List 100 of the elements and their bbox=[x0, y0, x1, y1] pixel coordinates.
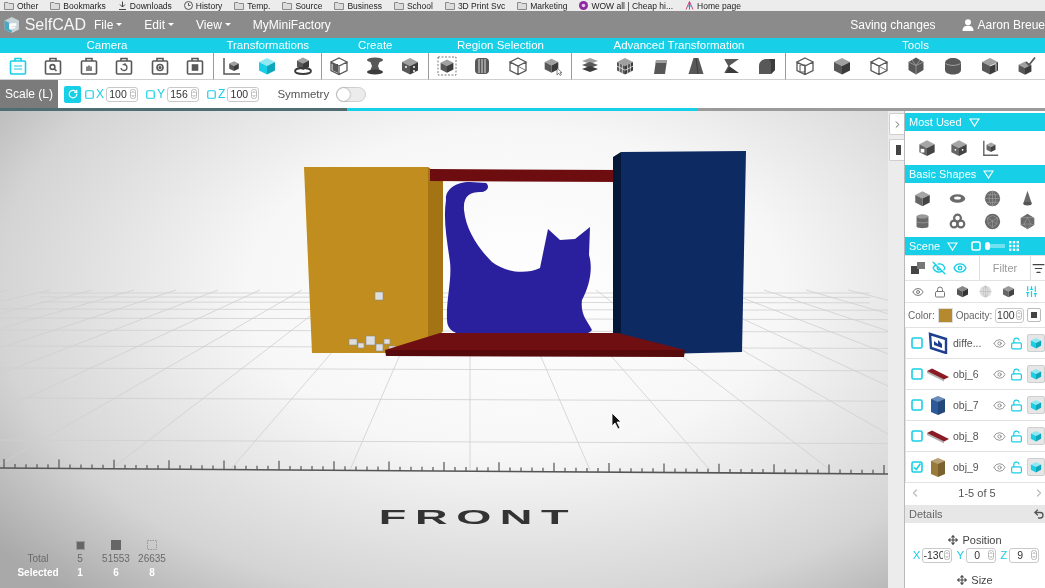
polyhedron-icon bbox=[905, 56, 926, 76]
axes-cube-icon bbox=[982, 139, 1000, 157]
opacity-label: Opacity: bbox=[955, 309, 993, 321]
checkbox[interactable] bbox=[911, 337, 923, 349]
axis-label: X bbox=[96, 87, 104, 101]
dotted-cube-icon bbox=[950, 139, 968, 157]
number-field[interactable]: 100 bbox=[227, 86, 260, 102]
bookmark-link[interactable]: 3D Print Svc bbox=[444, 0, 506, 11]
filled-square-icon bbox=[111, 540, 121, 550]
object-row[interactable]: diffe... bbox=[905, 327, 1045, 358]
cube-icon bbox=[831, 56, 852, 76]
checkbox[interactable] bbox=[911, 399, 923, 411]
spinner-icon bbox=[1016, 309, 1023, 320]
checkbox[interactable] bbox=[911, 368, 923, 380]
color-label: Color: bbox=[908, 309, 935, 321]
cube-icon bbox=[1030, 430, 1042, 442]
spinner-icon bbox=[130, 88, 136, 99]
color-swatch[interactable] bbox=[937, 307, 953, 323]
bookmark-link[interactable]: School bbox=[393, 0, 433, 11]
section-title: Most Used bbox=[909, 116, 962, 128]
overlapping-squares-icon bbox=[911, 262, 925, 274]
bars-frame-icon bbox=[78, 56, 99, 76]
opacity-field[interactable]: 100 bbox=[995, 307, 1025, 323]
number-field[interactable]: 156 bbox=[167, 86, 200, 102]
filter-field[interactable]: Filter bbox=[979, 256, 1031, 280]
bookmark-link[interactable]: Marketing bbox=[517, 0, 568, 11]
padlock-icon bbox=[934, 285, 946, 298]
knot-icon bbox=[949, 213, 966, 230]
cylinder-icon bbox=[914, 213, 931, 230]
bookmark-link[interactable]: Business bbox=[334, 0, 382, 11]
cube-icon bbox=[1030, 368, 1042, 380]
cube-icon bbox=[914, 190, 931, 207]
stat-value: 26635 bbox=[138, 553, 166, 564]
spinner-icon bbox=[944, 549, 951, 560]
eye-icon bbox=[912, 285, 924, 298]
ribbon-group-label: Camera bbox=[0, 38, 214, 53]
object-row[interactable]: obj_9 bbox=[905, 451, 1045, 482]
checkbox[interactable] bbox=[911, 430, 923, 442]
bookmark-link[interactable]: Home page bbox=[685, 0, 741, 11]
checkbox[interactable] bbox=[85, 89, 94, 99]
object-row[interactable]: obj_7 bbox=[905, 389, 1045, 420]
padlock-icon bbox=[1010, 336, 1023, 350]
number-field[interactable]: -130 bbox=[922, 547, 953, 563]
square-icon bbox=[971, 241, 982, 251]
section-title: Scene bbox=[909, 240, 941, 252]
object-name: diffe... bbox=[953, 337, 983, 349]
ribbon-group-label: Advanced Transformation bbox=[572, 38, 786, 53]
number-field[interactable]: 9 bbox=[1009, 547, 1040, 563]
padlock-icon bbox=[1010, 460, 1023, 474]
tent-logo-icon bbox=[685, 1, 695, 10]
checkbox[interactable] bbox=[911, 461, 923, 473]
object-row[interactable]: obj_6 bbox=[905, 358, 1045, 389]
bookmark-link[interactable]: Bookmarks bbox=[50, 0, 106, 11]
app-logo-text: SelfCAD bbox=[24, 15, 86, 34]
number-field[interactable]: 0 bbox=[966, 547, 997, 563]
move-icon bbox=[957, 574, 968, 585]
cylinder-icon bbox=[942, 56, 963, 76]
stat-value: 1 bbox=[77, 567, 83, 578]
bookmark-link[interactable]: Source bbox=[282, 0, 323, 11]
cube-icon bbox=[956, 285, 969, 298]
stat-value: 5 bbox=[77, 553, 83, 564]
object-name: obj_7 bbox=[953, 399, 980, 411]
dashed-cube-icon bbox=[436, 56, 457, 76]
property-label: Position bbox=[962, 533, 1002, 546]
checkbox[interactable] bbox=[207, 89, 217, 99]
eye-icon bbox=[993, 367, 1006, 381]
pagination-text: 1-5 of 5 bbox=[958, 487, 996, 499]
ribbon-group-label: Tools bbox=[786, 38, 1045, 53]
object-row[interactable]: obj_8 bbox=[905, 420, 1045, 451]
bar-icon bbox=[893, 144, 901, 156]
grid-icon bbox=[1009, 241, 1020, 251]
number-field[interactable]: 100 bbox=[106, 86, 138, 102]
object-name: obj_8 bbox=[953, 430, 980, 442]
symmetry-toggle[interactable] bbox=[336, 86, 367, 102]
panel-tab[interactable] bbox=[889, 139, 904, 161]
clock-icon bbox=[183, 1, 193, 10]
bookmark-link[interactable]: Temp. bbox=[234, 0, 271, 11]
outline-square-icon bbox=[147, 540, 157, 550]
stop-frame-icon bbox=[185, 56, 206, 76]
square-button[interactable] bbox=[1027, 308, 1042, 322]
ribbon-group-label: Region Selection bbox=[429, 38, 572, 53]
geodesic-sphere-icon bbox=[984, 213, 1001, 230]
open-cube-icon bbox=[794, 56, 815, 76]
cut-cube-icon bbox=[979, 56, 1000, 76]
rotate-cube-icon bbox=[292, 56, 313, 76]
user-icon bbox=[961, 18, 974, 31]
bookmark-link[interactable]: Other bbox=[4, 0, 39, 11]
bookmark-link[interactable]: WOW all | Cheap hi... bbox=[579, 0, 674, 11]
rotate-icon bbox=[67, 89, 78, 99]
search-frame-icon bbox=[43, 56, 64, 76]
filter-icon bbox=[1031, 261, 1045, 275]
axis-label: Y bbox=[157, 87, 166, 101]
eye-icon bbox=[993, 429, 1006, 443]
bookmark-link[interactable]: History bbox=[183, 0, 223, 11]
icosahedron-icon bbox=[1019, 213, 1036, 230]
eye-icon bbox=[993, 336, 1006, 350]
bookmark-link[interactable]: Downloads bbox=[117, 0, 172, 11]
tool-title: Scale (L) bbox=[0, 80, 58, 108]
checkbox[interactable] bbox=[146, 89, 155, 99]
stat-label: Selected bbox=[17, 567, 59, 578]
